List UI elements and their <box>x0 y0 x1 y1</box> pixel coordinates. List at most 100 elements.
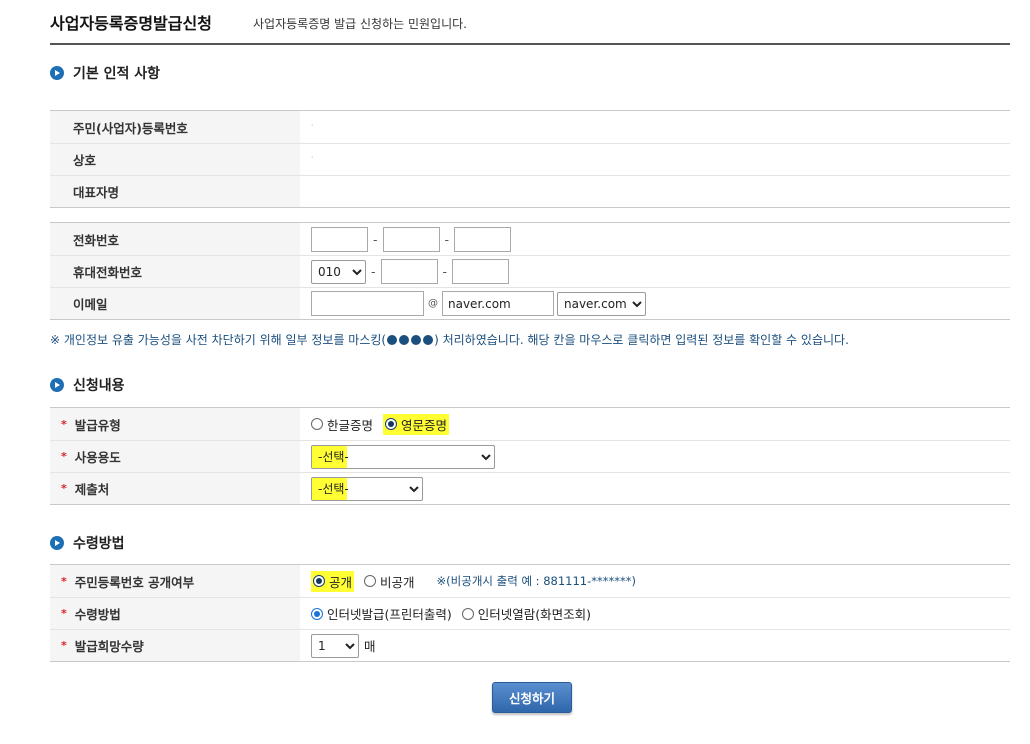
section-apply-title: 신청내용 <box>73 378 125 394</box>
phone-separator: - <box>444 231 450 247</box>
table-row: * 발급유형 한글증명 영문증명 <box>50 408 1010 440</box>
method-label: 수령방법 <box>74 607 121 622</box>
table-row: 상호 ' <box>50 143 1010 175</box>
table-row: 대표자명 <box>50 175 1010 207</box>
table-row: * 수령방법 인터넷발급(프린터출력) 인터넷열람(화면조회) <box>50 597 1010 629</box>
email-label: 이메일 <box>50 288 300 319</box>
radio-selected-icon[interactable] <box>313 575 325 587</box>
mobile-prefix-select[interactable]: 010 <box>311 259 366 284</box>
method-view-label: 인터넷열람(화면조회) <box>477 607 592 622</box>
disclose-label: 주민등록번호 공개여부 <box>74 574 195 590</box>
masking-notice: ※ 개인정보 유출 가능성을 사전 차단하기 위해 일부 정보를 마스킹( ) 처… <box>50 331 849 348</box>
table-row: 전화번호 - - <box>50 223 1010 255</box>
purpose-label: 사용용도 <box>74 450 121 465</box>
notice-prefix: ※ 개인정보 유출 가능성을 사전 차단하기 위해 일부 정보를 마스킹( <box>50 333 387 347</box>
arrow-circle-icon <box>50 536 64 550</box>
issue-type-english-option[interactable]: 영문증명 <box>383 413 450 435</box>
section-apply-heading: 신청내용 <box>50 375 125 395</box>
table-row: * 사용용도 -선택- <box>50 440 1010 472</box>
phone-separator: - <box>373 231 378 247</box>
disclose-label-cell: * 주민등록번호 공개여부 <box>50 565 300 597</box>
header-divider <box>50 43 1010 45</box>
issue-type-label-cell: * 발급유형 <box>50 408 300 440</box>
required-mark: * <box>61 482 67 495</box>
quantity-label-cell: * 발급희망수량 <box>50 630 300 661</box>
table-row: * 주민등록번호 공개여부 공개 비공개 ※(비공개시 출력 예 : 88111… <box>50 565 1010 597</box>
issue-type-korean-label: 한글증명 <box>327 417 374 433</box>
representative-value[interactable] <box>300 176 1010 207</box>
disclose-hint: ※(비공개시 출력 예 : 881111-*******) <box>436 574 636 588</box>
radio-icon[interactable] <box>461 607 474 620</box>
mask-dot-icon <box>387 335 398 345</box>
quantity-unit: 매 <box>364 639 376 654</box>
required-mark: * <box>61 607 67 620</box>
destination-label: 제출처 <box>74 482 110 497</box>
method-print-option[interactable]: 인터넷발급(프린터출력) <box>311 604 452 623</box>
required-mark: * <box>61 574 67 588</box>
receive-table: * 주민등록번호 공개여부 공개 비공개 ※(비공개시 출력 예 : 88111… <box>50 564 1010 662</box>
required-mark: * <box>61 450 67 463</box>
destination-select[interactable]: -선택- <box>311 476 423 501</box>
issue-type-english-label: 영문증명 <box>401 417 448 433</box>
table-row: * 발급희망수량 1 매 <box>50 629 1010 661</box>
radio-selected-icon[interactable] <box>385 418 398 430</box>
section-basic-title: 기본 인적 사항 <box>73 66 161 82</box>
method-print-label: 인터넷발급(프린터출력) <box>327 607 452 622</box>
email-domain-select[interactable]: naver.com <box>557 291 646 316</box>
email-domain-input[interactable] <box>442 291 554 316</box>
notice-suffix: ) 처리하였습니다. 해당 칸을 마우스로 클릭하면 입력된 정보를 확인할 수… <box>434 333 849 347</box>
company-name-value[interactable]: ' <box>300 144 1010 175</box>
phone-part2-input[interactable] <box>382 226 440 252</box>
submit-button[interactable]: 신청하기 <box>492 682 572 713</box>
basic-info-table: 주민(사업자)등록번호 ' 상호 ' 대표자명 <box>50 110 1010 208</box>
mobile-part3-input[interactable] <box>452 259 510 284</box>
radio-selected-icon[interactable] <box>311 607 323 620</box>
phone-part1-input[interactable] <box>311 226 368 252</box>
purpose-label-cell: * 사용용도 <box>50 441 300 472</box>
arrow-circle-icon <box>50 66 64 80</box>
required-mark: * <box>61 417 67 431</box>
quantity-select[interactable]: 1 <box>311 633 359 658</box>
method-label-cell: * 수령방법 <box>50 598 300 629</box>
phone-part3-input[interactable] <box>454 226 512 252</box>
email-local-input[interactable] <box>311 291 424 316</box>
mask-dot-icon <box>423 335 434 345</box>
issue-type-label: 발급유형 <box>74 417 121 433</box>
destination-label-cell: * 제출처 <box>50 473 300 504</box>
table-row: 주민(사업자)등록번호 ' <box>50 111 1010 143</box>
issue-type-korean-option[interactable]: 한글증명 <box>311 415 373 434</box>
arrow-circle-icon <box>50 378 64 392</box>
quantity-label: 발급희망수량 <box>74 639 144 654</box>
section-basic-heading: 기본 인적 사항 <box>50 63 160 83</box>
disclose-public-option[interactable]: 공개 <box>311 570 355 592</box>
table-row: 휴대전화번호 010 - - <box>50 255 1010 287</box>
page-description: 사업자등록증명 발급 신청하는 민원입니다. <box>253 17 467 31</box>
id-number-label: 주민(사업자)등록번호 <box>50 111 300 143</box>
id-number-value[interactable]: ' <box>300 111 1010 143</box>
mask-dot-icon <box>411 335 422 345</box>
mask-dot-icon <box>399 335 410 345</box>
table-row: 이메일 @ naver.com <box>50 287 1010 319</box>
mobile-separator: - <box>371 264 376 279</box>
email-at-sign: @ <box>428 298 438 309</box>
disclose-private-label: 비공개 <box>380 574 415 590</box>
section-receive-heading: 수령방법 <box>50 533 125 553</box>
required-mark: * <box>61 639 67 652</box>
disclose-public-label: 공개 <box>329 574 353 590</box>
disclose-private-option[interactable]: 비공개 <box>364 572 415 591</box>
radio-icon[interactable] <box>311 418 323 430</box>
radio-icon[interactable] <box>364 575 377 587</box>
phone-label: 전화번호 <box>50 223 300 255</box>
company-name-label: 상호 <box>50 144 300 175</box>
contact-table: 전화번호 - - 휴대전화번호 010 - - 이메일 @ naver.com <box>50 222 1010 320</box>
page-title: 사업자등록증명발급신청 <box>50 14 212 33</box>
mobile-separator: - <box>442 264 448 279</box>
mobile-part2-input[interactable] <box>380 259 438 284</box>
mobile-label: 휴대전화번호 <box>50 256 300 287</box>
representative-label: 대표자명 <box>50 176 300 207</box>
method-view-option[interactable]: 인터넷열람(화면조회) <box>461 604 592 623</box>
purpose-select[interactable]: -선택- <box>311 444 495 469</box>
table-row: * 제출처 -선택- <box>50 472 1010 504</box>
apply-table: * 발급유형 한글증명 영문증명 * 사용용도 -선택- * 제출처 -선택- <box>50 407 1010 505</box>
section-receive-title: 수령방법 <box>73 536 125 552</box>
